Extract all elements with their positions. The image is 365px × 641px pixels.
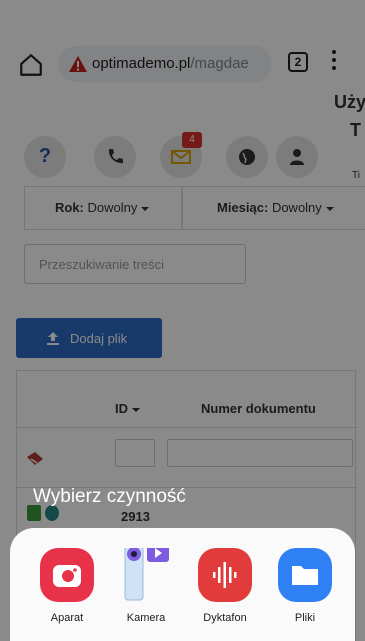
files-folder-icon: [278, 548, 332, 602]
page: optimademo.pl/magdae 2 Uży T Ti ? 4 Rok:…: [0, 0, 365, 641]
action-chooser-sheet: Aparat Kamera Dyktafon Pliki: [10, 528, 355, 641]
voice-recorder-icon: [198, 548, 252, 602]
app-option-kamera[interactable]: Kamera: [113, 543, 179, 634]
chooser-title: Wybierz czynność: [33, 486, 186, 507]
app-option-aparat[interactable]: Aparat: [34, 548, 100, 634]
camera-app-icon: [40, 548, 94, 602]
app-label: Aparat: [50, 612, 84, 624]
app-option-dyktafon[interactable]: Dyktafon: [192, 548, 258, 634]
app-label: Kamera: [126, 612, 166, 624]
app-label: Pliki: [294, 612, 316, 624]
video-camera-icon: [119, 543, 173, 602]
app-label: Dyktafon: [203, 612, 247, 624]
app-option-pliki[interactable]: Pliki: [272, 548, 338, 634]
